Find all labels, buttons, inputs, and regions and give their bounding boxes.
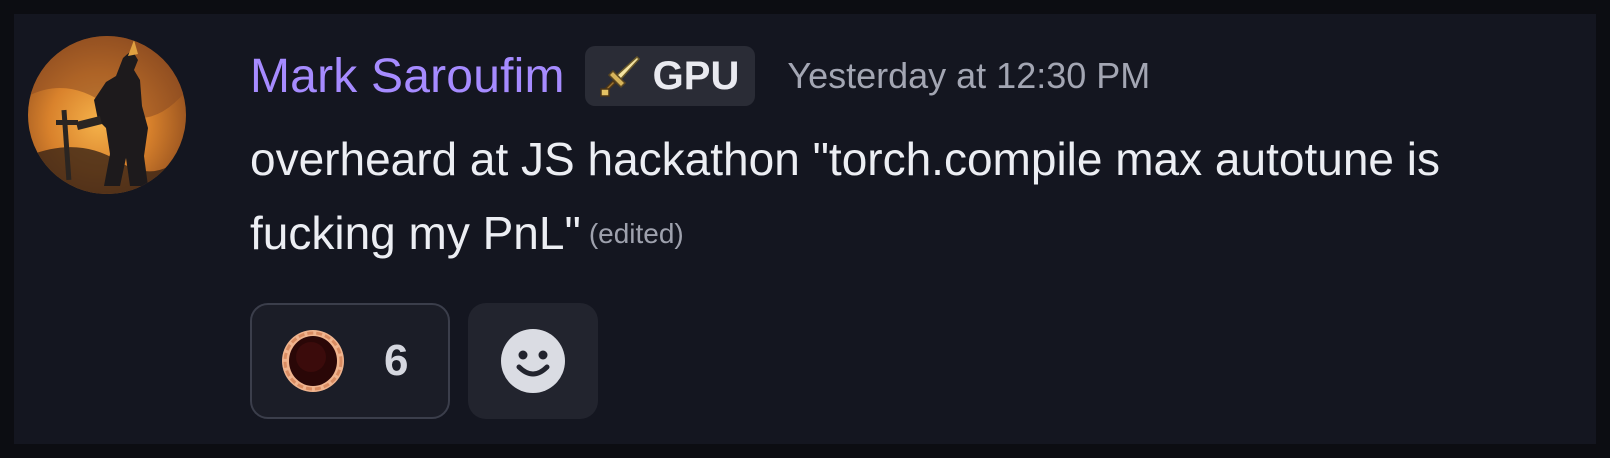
dark-circle-emoji-icon	[282, 330, 344, 392]
edited-label: (edited)	[588, 218, 684, 249]
message-timestamp[interactable]: Yesterday at 12:30 PM	[787, 55, 1150, 97]
reactions-bar: 6	[250, 303, 1570, 419]
reaction-button[interactable]: 6	[250, 303, 450, 419]
user-avatar[interactable]	[28, 36, 186, 194]
author-username[interactable]: Mark Saroufim	[250, 49, 565, 104]
message-text: overheard at JS hackathon "torch.compile…	[250, 133, 1440, 259]
chat-message: Mark Saroufim GPU Yesterday at 12:30 PM …	[28, 36, 1588, 436]
role-badge[interactable]: GPU	[584, 46, 756, 106]
knight-avatar-image	[28, 36, 186, 194]
smiley-face-icon	[501, 329, 565, 393]
reaction-count: 6	[384, 336, 409, 385]
message-content: Mark Saroufim GPU Yesterday at 12:30 PM …	[250, 36, 1570, 419]
role-badge-label: GPU	[652, 53, 740, 98]
message-body: overheard at JS hackathon "torch.compile…	[250, 122, 1540, 271]
message-header: Mark Saroufim GPU Yesterday at 12:30 PM	[250, 36, 1570, 116]
add-reaction-button[interactable]	[468, 303, 598, 419]
chat-panel: Mark Saroufim GPU Yesterday at 12:30 PM …	[0, 0, 1610, 458]
sword-icon	[599, 55, 640, 97]
